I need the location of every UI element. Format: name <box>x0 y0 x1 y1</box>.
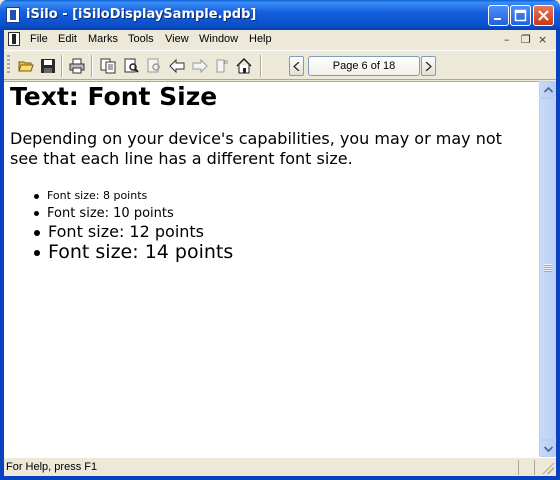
open-folder-icon <box>18 61 34 72</box>
menu-view[interactable]: View <box>165 33 189 45</box>
scrollbar-thumb[interactable] <box>539 98 556 440</box>
find-next-icon <box>147 58 160 73</box>
find-button[interactable] <box>120 55 142 77</box>
toolbar: Page 6 of 18 <box>4 50 556 80</box>
document-icon[interactable] <box>8 32 20 46</box>
status-text: For Help, press F1 <box>6 461 98 473</box>
back-button[interactable] <box>166 55 188 77</box>
intro-paragraph: Depending on your device's capabilities,… <box>10 129 502 168</box>
open-button[interactable] <box>15 55 37 77</box>
window-frame-right <box>556 30 560 480</box>
toolbar-grip[interactable] <box>7 55 10 75</box>
bookmark-icon <box>216 59 228 73</box>
chevron-right-icon <box>425 62 432 71</box>
home-button[interactable] <box>233 55 255 77</box>
title-bar[interactable]: iSilo - [iSiloDisplaySample.pdb] <box>0 0 560 30</box>
save-button[interactable] <box>37 55 59 77</box>
close-icon <box>538 10 549 21</box>
maximize-icon <box>514 9 527 22</box>
menu-edit[interactable]: Edit <box>58 33 77 45</box>
thumb-grip-icon <box>544 264 552 272</box>
menu-help[interactable]: Help <box>249 33 272 45</box>
status-bar: For Help, press F1 <box>4 457 556 476</box>
maximize-button[interactable] <box>510 5 531 26</box>
document-view[interactable]: Text: Font Size Depending on your device… <box>4 81 539 457</box>
find-icon <box>124 58 139 73</box>
print-icon <box>69 58 85 74</box>
forward-arrow-icon <box>192 58 208 74</box>
minimize-button[interactable] <box>488 5 509 26</box>
list-item-text: Font size: 8 points <box>47 189 148 202</box>
list-item-text: Font size: 14 points <box>48 241 234 263</box>
menu-bar: File Edit Marks Tools View Window Help –… <box>4 30 556 49</box>
next-page-button[interactable] <box>421 56 436 76</box>
bullet-icon <box>34 229 40 236</box>
minimize-icon <box>494 18 501 20</box>
page-indicator[interactable]: Page 6 of 18 <box>308 56 420 76</box>
mdi-restore-icon[interactable]: ❐ <box>521 33 531 46</box>
home-icon <box>236 58 252 74</box>
chevron-up-icon <box>544 87 553 93</box>
list-item: Font size: 10 points <box>34 206 174 221</box>
menu-window[interactable]: Window <box>199 33 238 45</box>
back-arrow-icon <box>169 58 185 74</box>
copy-button[interactable] <box>97 55 119 77</box>
chevron-down-icon <box>544 446 553 452</box>
window-frame-bottom <box>0 476 560 480</box>
forward-button[interactable] <box>189 55 211 77</box>
status-pane-divider <box>518 460 519 475</box>
menu-tools[interactable]: Tools <box>128 33 154 45</box>
list-item: Font size: 14 points <box>34 241 233 263</box>
scroll-up-button[interactable] <box>539 81 556 98</box>
mdi-close-icon[interactable]: × <box>538 33 547 46</box>
bullet-icon <box>34 211 39 216</box>
mdi-minimize-icon[interactable]: – <box>504 33 510 46</box>
bullet-icon <box>34 249 40 256</box>
page-heading: Text: Font Size <box>10 82 218 111</box>
list-item: Font size: 8 points <box>34 189 147 202</box>
bookmark-button[interactable] <box>211 55 233 77</box>
toolbar-separator <box>91 55 93 77</box>
app-icon[interactable] <box>6 7 20 23</box>
list-item-text: Font size: 10 points <box>47 206 174 221</box>
close-button[interactable] <box>533 5 554 26</box>
list-item: Font size: 12 points <box>34 222 204 241</box>
copy-icon <box>100 58 116 74</box>
bullet-icon <box>34 193 39 199</box>
scroll-down-button[interactable] <box>539 440 556 457</box>
menu-marks[interactable]: Marks <box>88 33 118 45</box>
status-pane-divider <box>534 460 535 475</box>
save-icon <box>41 59 55 73</box>
toolbar-separator <box>61 55 63 77</box>
menu-file[interactable]: File <box>30 33 48 45</box>
print-button[interactable] <box>66 55 88 77</box>
previous-page-button[interactable] <box>289 56 304 76</box>
list-item-text: Font size: 12 points <box>48 222 205 241</box>
find-next-button[interactable] <box>143 55 165 77</box>
chevron-left-icon <box>293 62 300 71</box>
resize-grip-icon[interactable] <box>542 462 554 474</box>
window-title: iSilo - [iSiloDisplaySample.pdb] <box>26 7 257 22</box>
vertical-scrollbar[interactable] <box>539 81 556 457</box>
toolbar-separator <box>260 55 262 77</box>
